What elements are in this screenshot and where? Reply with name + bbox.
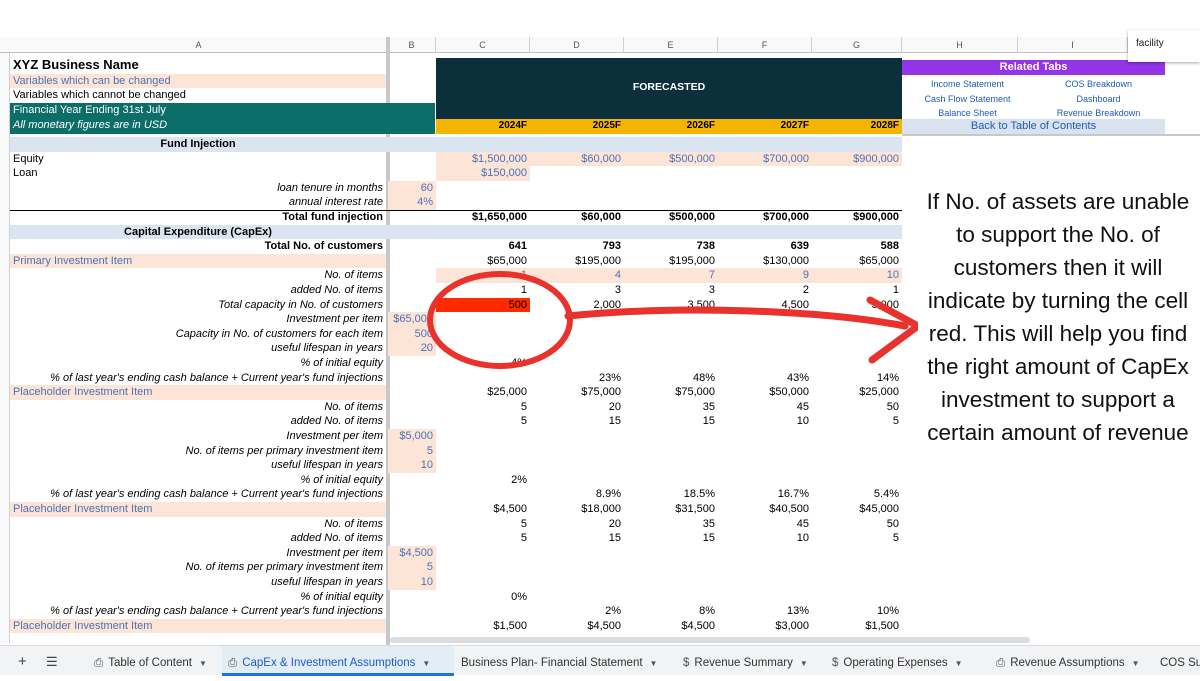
chevron-down-icon[interactable]: ▼ <box>422 659 430 668</box>
chevron-down-icon[interactable]: ▼ <box>650 659 658 668</box>
arrow-head <box>866 296 922 364</box>
sheet-tab-revenue-assumptions[interactable]: ⎙ Revenue Assumptions ▼ <box>990 646 1150 676</box>
highlight-circle <box>427 271 573 369</box>
sheet-tab-table-of-content[interactable]: ⎙ Table of Content ▼ <box>88 646 216 676</box>
sheet-icon: ⎙ <box>996 657 1006 669</box>
chevron-down-icon[interactable]: ▼ <box>199 659 207 668</box>
sheet-tab-label: Revenue Assumptions <box>1010 657 1125 669</box>
dollar-icon: $ <box>832 657 839 669</box>
all-sheets-icon[interactable]: ☰ <box>46 646 58 678</box>
dollar-icon: $ <box>683 657 690 669</box>
sheet-tab-label: CapEx & Investment Assumptions <box>242 657 416 669</box>
sheet-tab-cos-su[interactable]: COS Su <box>1154 646 1200 676</box>
chevron-down-icon[interactable]: ▼ <box>955 659 963 668</box>
sheet-tab-label: COS Su <box>1160 657 1200 669</box>
chevron-down-icon[interactable]: ▼ <box>1132 659 1140 668</box>
add-sheet-icon[interactable]: + <box>18 646 27 678</box>
sheet-tab-operating-expenses[interactable]: $ Operating Expenses ▼ <box>826 646 986 676</box>
sheet-tab-label: Business Plan- Financial Statement <box>461 657 643 669</box>
sheet-tab-label: Revenue Summary <box>694 657 793 669</box>
chevron-down-icon[interactable]: ▼ <box>800 659 808 668</box>
sheet-icon: ⎙ <box>94 657 104 669</box>
sheet-tab-bar: + ☰ ⎙ Table of Content ▼ ⎙ CapEx & Investmen… <box>0 645 1200 678</box>
sheet-icon: ⎙ <box>228 657 238 669</box>
sheet-tab-business-plan-financial-statement[interactable]: Business Plan- Financial Statement ▼ <box>455 646 673 676</box>
sheet-tab-label: Table of Content <box>108 657 192 669</box>
arrow-line <box>564 306 909 330</box>
sheet-tab-revenue-summary[interactable]: $ Revenue Summary ▼ <box>677 646 822 676</box>
annotation-text: If No. of assets are unable to support t… <box>918 183 1198 449</box>
sheet-tab-label: Operating Expenses <box>843 657 948 669</box>
sheet-tab-capex-investment-assumptions[interactable]: ⎙ CapEx & Investment Assumptions ▼ <box>222 646 454 676</box>
